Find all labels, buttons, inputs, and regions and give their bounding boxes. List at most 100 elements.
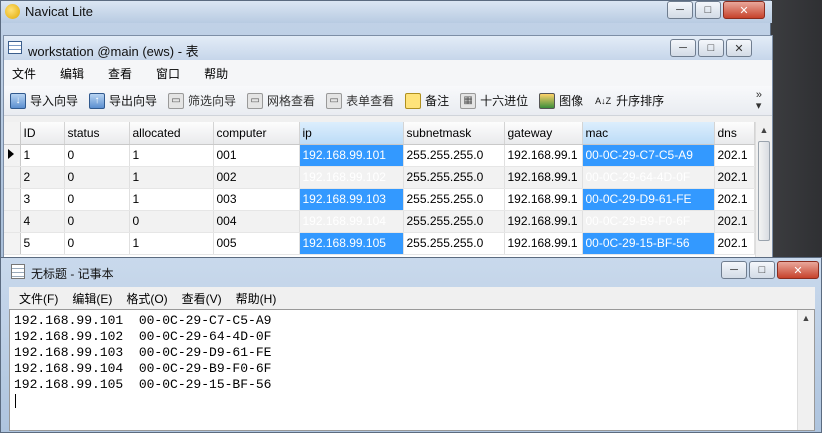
scroll-thumb[interactable] bbox=[758, 141, 770, 241]
cell-allocated[interactable]: 1 bbox=[129, 232, 214, 255]
cell-mac[interactable]: 00-0C-29-D9-61-FE bbox=[582, 188, 715, 211]
cell-mac[interactable]: 00-0C-29-B9-F0-6F bbox=[582, 210, 715, 233]
table-row[interactable]: 4 0 0 004 192.168.99.104 255.255.255.0 192.168… bbox=[4, 210, 755, 233]
notepad-text-area[interactable]: 192.168.99.101 00-0C-29-C7-C5-A9 192.168… bbox=[9, 309, 815, 431]
cell-status[interactable]: 0 bbox=[64, 188, 130, 211]
cell-computer[interactable]: 004 bbox=[213, 210, 300, 233]
maximize-button[interactable]: □ bbox=[695, 1, 721, 19]
column-header[interactable]: gateway bbox=[504, 122, 583, 145]
minimize-button[interactable]: ─ bbox=[667, 1, 693, 19]
row-indicator[interactable] bbox=[4, 210, 21, 233]
cell-subnetmask[interactable]: 255.255.255.0 bbox=[403, 166, 505, 189]
notepad-maximize-button[interactable]: □ bbox=[749, 261, 775, 279]
cell-dns[interactable]: 202.1 bbox=[714, 144, 755, 167]
scroll-up-icon[interactable]: ▲ bbox=[798, 310, 814, 327]
row-indicator[interactable] bbox=[4, 188, 21, 211]
form-view-button[interactable]: ▭ 表单查看 bbox=[326, 92, 394, 109]
cell-subnetmask[interactable]: 255.255.255.0 bbox=[403, 188, 505, 211]
cell-ID[interactable]: 3 bbox=[20, 188, 65, 211]
row-indicator[interactable] bbox=[4, 144, 21, 167]
table-minimize-button[interactable]: ─ bbox=[670, 39, 696, 57]
cell-status[interactable]: 0 bbox=[64, 232, 130, 255]
import-wizard-button[interactable]: ↓ 导入向导 bbox=[10, 92, 78, 109]
cell-ip[interactable]: 192.168.99.104 bbox=[299, 210, 404, 233]
cell-status[interactable]: 0 bbox=[64, 210, 130, 233]
cell-ID[interactable]: 2 bbox=[20, 166, 65, 189]
cell-subnetmask[interactable]: 255.255.255.0 bbox=[403, 232, 505, 255]
notepad-menu-file[interactable]: 文件(F) bbox=[19, 290, 58, 307]
row-indicator[interactable] bbox=[4, 232, 21, 255]
cell-ID[interactable]: 5 bbox=[20, 232, 65, 255]
notepad-close-button[interactable]: ✕ bbox=[777, 261, 819, 279]
cell-mac[interactable]: 00-0C-29-64-4D-0F bbox=[582, 166, 715, 189]
notepad-vertical-scrollbar[interactable]: ▲ bbox=[797, 310, 814, 430]
cell-mac[interactable]: 00-0C-29-C7-C5-A9 bbox=[582, 144, 715, 167]
column-header-mac[interactable]: mac bbox=[582, 122, 715, 145]
cell-dns[interactable]: 202.1 bbox=[714, 232, 755, 255]
table-row[interactable]: 1 0 1 001 192.168.99.101 255.255.255.0 192.168… bbox=[4, 144, 755, 167]
cell-dns[interactable]: 202.1 bbox=[714, 188, 755, 211]
table-window-titlebar[interactable]: workstation @main (ews) - 表 ─ □ ✕ bbox=[4, 36, 772, 60]
cell-dns[interactable]: 202.1 bbox=[714, 166, 755, 189]
column-header-ip[interactable]: ip bbox=[299, 122, 404, 145]
cell-ip[interactable]: 192.168.99.103 bbox=[299, 188, 404, 211]
cell-ID[interactable]: 4 bbox=[20, 210, 65, 233]
column-header[interactable]: subnetmask bbox=[403, 122, 505, 145]
table-row[interactable]: 2 0 1 002 192.168.99.102 255.255.255.0 192.168… bbox=[4, 166, 755, 189]
row-indicator[interactable] bbox=[4, 166, 21, 189]
column-header[interactable]: computer bbox=[213, 122, 300, 145]
table-maximize-button[interactable]: □ bbox=[698, 39, 724, 57]
export-wizard-button[interactable]: ↑ 导出向导 bbox=[89, 92, 157, 109]
close-button[interactable]: ✕ bbox=[723, 1, 765, 19]
cell-gateway[interactable]: 192.168.99.1 bbox=[504, 166, 583, 189]
cell-gateway[interactable]: 192.168.99.1 bbox=[504, 232, 583, 255]
notepad-menu-help[interactable]: 帮助(H) bbox=[236, 290, 277, 307]
cell-status[interactable]: 0 bbox=[64, 166, 130, 189]
column-header[interactable]: allocated bbox=[129, 122, 214, 145]
table-close-button[interactable]: ✕ bbox=[726, 39, 752, 57]
scroll-up-icon[interactable]: ▲ bbox=[756, 122, 772, 139]
image-button[interactable]: 图像 bbox=[539, 92, 583, 109]
cell-allocated[interactable]: 0 bbox=[129, 210, 214, 233]
cell-subnetmask[interactable]: 255.255.255.0 bbox=[403, 210, 505, 233]
notepad-menu-edit[interactable]: 编辑(E) bbox=[72, 290, 112, 307]
notepad-titlebar[interactable]: 无标题 - 记事本 ─ □ ✕ bbox=[1, 258, 821, 285]
cell-ip[interactable]: 192.168.99.102 bbox=[299, 166, 404, 189]
cell-allocated[interactable]: 1 bbox=[129, 144, 214, 167]
memo-button[interactable]: 备注 bbox=[405, 92, 449, 109]
column-header[interactable]: status bbox=[64, 122, 130, 145]
menu-file[interactable]: 文件 bbox=[12, 65, 36, 82]
sort-ascending-button[interactable]: A↓Z 升序排序 bbox=[594, 92, 664, 109]
cell-status[interactable]: 0 bbox=[64, 144, 130, 167]
notepad-menu-format[interactable]: 格式(O) bbox=[126, 290, 167, 307]
cell-computer[interactable]: 003 bbox=[213, 188, 300, 211]
menu-view[interactable]: 查看 bbox=[108, 65, 132, 82]
cell-allocated[interactable]: 1 bbox=[129, 188, 214, 211]
cell-gateway[interactable]: 192.168.99.1 bbox=[504, 210, 583, 233]
cell-gateway[interactable]: 192.168.99.1 bbox=[504, 188, 583, 211]
toolbar-overflow-button[interactable]: » ▾ bbox=[756, 90, 762, 112]
notepad-menu-view[interactable]: 查看(V) bbox=[182, 290, 222, 307]
grid-vertical-scrollbar[interactable]: ▲ bbox=[755, 122, 772, 260]
column-header[interactable]: ID bbox=[20, 122, 65, 145]
filter-wizard-button[interactable]: ▭ 筛选向导 bbox=[168, 92, 236, 109]
column-header[interactable]: dns bbox=[714, 122, 755, 145]
cell-gateway[interactable]: 192.168.99.1 bbox=[504, 144, 583, 167]
cell-computer[interactable]: 002 bbox=[213, 166, 300, 189]
notepad-content[interactable]: 192.168.99.101 00-0C-29-C7-C5-A9 192.168… bbox=[14, 313, 271, 393]
cell-subnetmask[interactable]: 255.255.255.0 bbox=[403, 144, 505, 167]
cell-allocated[interactable]: 1 bbox=[129, 166, 214, 189]
cell-mac[interactable]: 00-0C-29-15-BF-56 bbox=[582, 232, 715, 255]
menu-window[interactable]: 窗口 bbox=[156, 65, 180, 82]
notepad-minimize-button[interactable]: ─ bbox=[721, 261, 747, 279]
grid-view-button[interactable]: ▭ 网格查看 bbox=[247, 92, 315, 109]
menu-edit[interactable]: 编辑 bbox=[60, 65, 84, 82]
cell-ip[interactable]: 192.168.99.101 bbox=[299, 144, 404, 167]
navicat-titlebar[interactable]: Navicat Lite ─ □ ✕ bbox=[1, 1, 772, 23]
cell-dns[interactable]: 202.1 bbox=[714, 210, 755, 233]
table-row[interactable]: 5 0 1 005 192.168.99.105 255.255.255.0 192.168… bbox=[4, 232, 755, 255]
cell-ip[interactable]: 192.168.99.105 bbox=[299, 232, 404, 255]
table-row[interactable]: 3 0 1 003 192.168.99.103 255.255.255.0 192.168… bbox=[4, 188, 755, 211]
hex-button[interactable]: ▦ 十六进位 bbox=[460, 92, 528, 109]
menu-help[interactable]: 帮助 bbox=[204, 65, 228, 82]
